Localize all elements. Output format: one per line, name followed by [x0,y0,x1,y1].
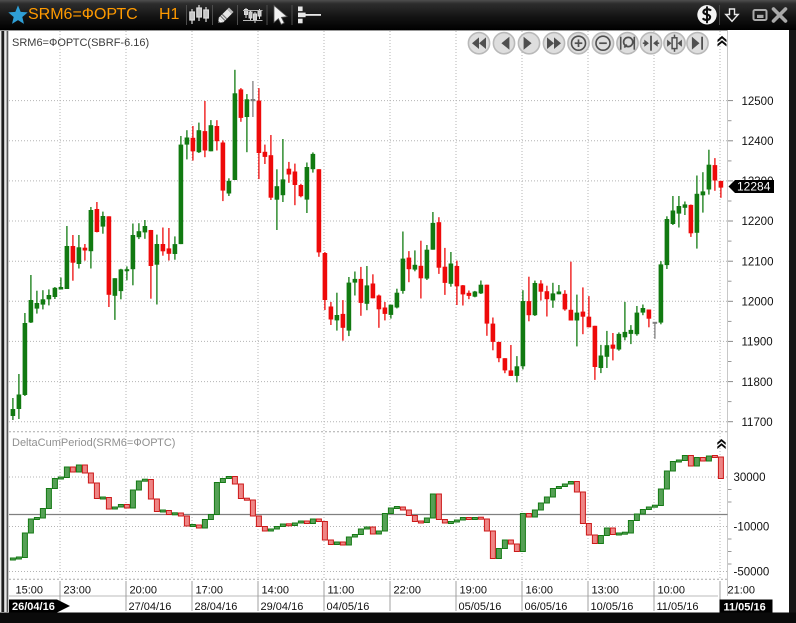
svg-text:12000: 12000 [742,297,774,309]
svg-text:23:00: 23:00 [64,585,92,597]
svg-text:29/04/16: 29/04/16 [261,601,304,613]
svg-text:11800: 11800 [742,377,773,389]
svg-text:21:00: 21:00 [728,585,756,597]
svg-text:06/05/16: 06/05/16 [525,601,568,613]
svg-text:16:00: 16:00 [526,585,554,597]
svg-text:17:00: 17:00 [196,585,224,597]
svg-text:28/04/16: 28/04/16 [195,601,238,613]
svg-text:05/05/16: 05/05/16 [459,601,502,613]
svg-text:-10000: -10000 [734,522,770,534]
svg-text:30000: 30000 [734,472,766,484]
svg-text:11:00: 11:00 [328,585,355,597]
svg-text:12500: 12500 [742,96,774,108]
svg-text:11/05/16: 11/05/16 [724,602,766,614]
svg-text:11700: 11700 [742,417,773,429]
svg-text:DeltaCumPeriod(SRM6=ФОРТС): DeltaCumPeriod(SRM6=ФОРТС) [12,437,175,449]
svg-text:19:00: 19:00 [460,585,488,597]
svg-text:20:00: 20:00 [130,585,158,597]
svg-text:11/05/16: 11/05/16 [657,601,699,613]
svg-text:-50000: -50000 [734,567,770,579]
svg-text:26/04/16: 26/04/16 [12,601,55,613]
svg-text:11900: 11900 [742,337,773,349]
svg-text:10:00: 10:00 [658,585,686,597]
svg-text:12400: 12400 [742,136,774,148]
svg-text:04/05/16: 04/05/16 [327,601,370,613]
svg-text:27/04/16: 27/04/16 [129,601,172,613]
svg-text:12100: 12100 [742,256,774,268]
svg-text:22:00: 22:00 [394,585,422,597]
svg-text:12200: 12200 [742,216,774,228]
svg-text:10/05/16: 10/05/16 [591,601,634,613]
svg-text:15:00: 15:00 [16,585,44,597]
svg-text:12284: 12284 [737,180,771,194]
svg-text:SRM6=ФОРТС(SBRF-6.16): SRM6=ФОРТС(SBRF-6.16) [12,37,149,49]
svg-text:13:00: 13:00 [592,585,620,597]
svg-text:14:00: 14:00 [262,585,290,597]
